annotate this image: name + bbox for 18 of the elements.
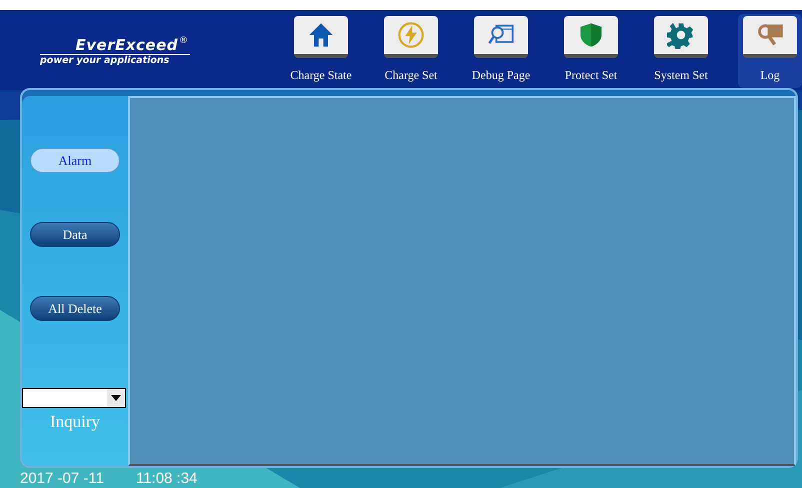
home-icon [307, 21, 335, 49]
inquiry-label: Inquiry [50, 412, 100, 432]
sidebar-button[interactable]: Alarm [30, 148, 120, 173]
nav-tab[interactable]: System Set [636, 10, 726, 88]
logo: EverExceed® power your applications [39, 35, 191, 68]
date-text: 2017 -07 -11 [20, 470, 104, 488]
dropdown-field[interactable] [22, 388, 126, 408]
dropdown-caret-icon [107, 389, 125, 407]
nav-tab[interactable]: Charge Set [366, 10, 456, 88]
lightning-icon [397, 21, 425, 49]
settings-icon [667, 21, 695, 49]
sidebar-button[interactable]: All Delete [30, 296, 120, 321]
time-text: 11:08 :34 [136, 470, 198, 488]
nav-tab[interactable]: Protect Set [546, 10, 636, 88]
sidebar-button[interactable]: Data [30, 222, 120, 247]
nav-tab[interactable]: Log [738, 14, 802, 88]
nav-tab[interactable]: Debug Page [456, 10, 546, 88]
nav-tab[interactable]: Charge State [276, 10, 366, 88]
